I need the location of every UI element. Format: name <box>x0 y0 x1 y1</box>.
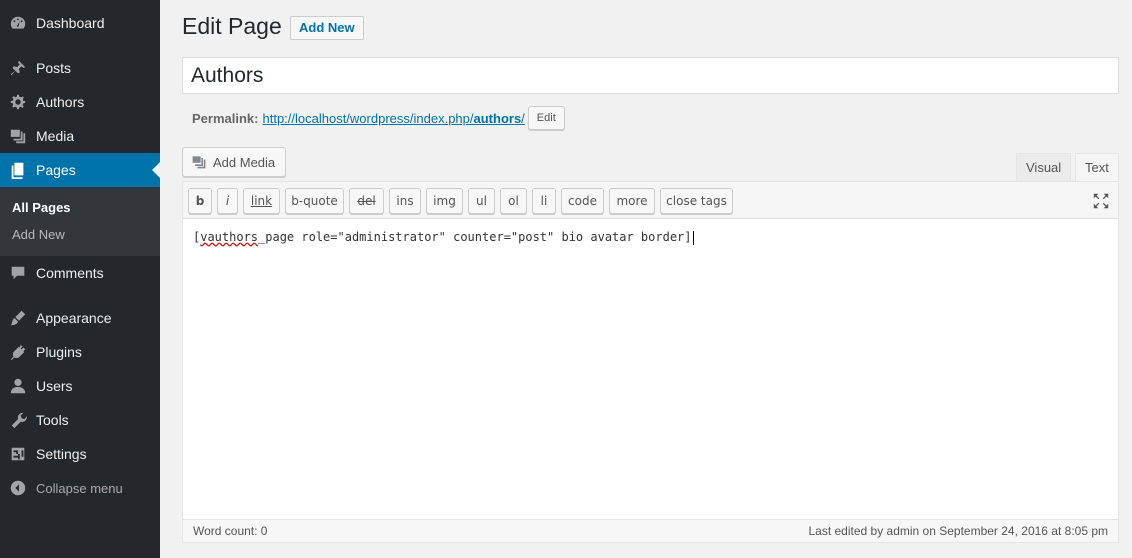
dashboard-icon <box>8 13 28 33</box>
permalink-link[interactable]: http://localhost/wordpress/index.php/aut… <box>262 111 524 126</box>
add-media-label: Add Media <box>213 154 276 170</box>
plug-icon <box>8 342 28 362</box>
fullscreen-icon[interactable] <box>1092 192 1110 210</box>
qt-del-button[interactable]: del <box>349 188 384 214</box>
text-cursor <box>692 230 694 245</box>
menu-label: Pages <box>36 162 76 178</box>
media-icon <box>8 126 28 146</box>
submenu-all-pages[interactable]: All Pages <box>12 200 71 215</box>
wrench-icon <box>8 410 28 430</box>
menu-label: Comments <box>36 265 104 281</box>
permalink-slug: authors <box>473 110 522 126</box>
menu-label: Plugins <box>36 344 82 360</box>
word-count: Word count: 0 <box>193 524 268 538</box>
collapse-icon <box>8 478 28 498</box>
post-title-input[interactable] <box>182 57 1119 94</box>
collapse-menu-button[interactable]: Collapse menu <box>0 471 160 505</box>
qt-li-button[interactable]: li <box>532 188 556 214</box>
menu-label: Appearance <box>36 310 112 326</box>
qt-close-tags-button[interactable]: close tags <box>660 188 733 214</box>
qt-bold-button[interactable]: b <box>188 188 212 214</box>
menu-label: Tools <box>36 412 69 428</box>
menu-posts[interactable]: Posts <box>0 51 160 85</box>
menu-comments[interactable]: Comments <box>0 256 160 290</box>
menu-users[interactable]: Users <box>0 369 160 403</box>
page-title: Edit Page <box>182 13 282 39</box>
collapse-label: Collapse menu <box>36 480 123 496</box>
quicktags-toolbar: b i link b-quote del ins img ul ol li co… <box>183 182 1118 219</box>
submenu-add-new[interactable]: Add New <box>12 227 65 242</box>
pages-icon <box>8 160 28 180</box>
qt-bquote-button[interactable]: b-quote <box>285 188 344 214</box>
admin-sidebar: Dashboard Posts Authors Media Pages All … <box>0 0 160 558</box>
qt-img-button[interactable]: img <box>426 188 463 214</box>
menu-label: Settings <box>36 446 87 462</box>
pages-submenu: All Pages Add New <box>0 187 160 256</box>
comment-icon <box>8 263 28 283</box>
qt-italic-button[interactable]: i <box>217 188 238 214</box>
content-textarea[interactable]: [vauthors_page role="administrator" coun… <box>193 230 694 245</box>
menu-label: Authors <box>36 94 85 110</box>
menu-plugins[interactable]: Plugins <box>0 335 160 369</box>
tab-text[interactable]: Text <box>1075 153 1119 182</box>
user-icon <box>8 376 28 396</box>
permalink-end: / <box>521 110 525 126</box>
gear-icon <box>8 92 28 112</box>
permalink-row: Permalink: http://localhost/wordpress/in… <box>192 106 565 130</box>
qt-link-button[interactable]: link <box>243 188 280 214</box>
permalink-edit-button[interactable]: Edit <box>527 106 565 130</box>
settings-icon <box>8 444 28 464</box>
menu-pages[interactable]: Pages <box>0 153 160 187</box>
text-editor: b i link b-quote del ins img ul ol li co… <box>182 181 1119 543</box>
editor-status-bar: Word count: 0 Last edited by admin on Se… <box>183 519 1118 542</box>
menu-label: Posts <box>36 60 72 76</box>
menu-label: Media <box>36 128 75 144</box>
last-edited-info: Last edited by admin on September 24, 20… <box>808 524 1108 538</box>
qt-ins-button[interactable]: ins <box>389 188 421 214</box>
menu-authors[interactable]: Authors <box>0 85 160 119</box>
menu-label: Users <box>36 378 73 394</box>
menu-settings[interactable]: Settings <box>0 437 160 471</box>
permalink-label: Permalink: <box>192 110 259 126</box>
content-misspelled-word: vauthors <box>200 230 259 244</box>
qt-code-button[interactable]: code <box>561 188 604 214</box>
menu-label: Dashboard <box>36 15 105 31</box>
menu-dashboard[interactable]: Dashboard <box>0 6 160 40</box>
menu-media[interactable]: Media <box>0 119 160 153</box>
pin-icon <box>8 58 28 78</box>
add-media-button[interactable]: Add Media <box>182 147 287 177</box>
add-new-button[interactable]: Add New <box>290 16 364 40</box>
qt-ol-button[interactable]: ol <box>500 188 527 214</box>
tab-visual[interactable]: Visual <box>1016 153 1072 182</box>
menu-appearance[interactable]: Appearance <box>0 301 160 335</box>
brush-icon <box>8 308 28 328</box>
media-icon <box>192 156 206 169</box>
qt-ul-button[interactable]: ul <box>468 188 495 214</box>
content-rest: _page role="administrator" counter="post… <box>258 230 692 244</box>
qt-more-button[interactable]: more <box>609 188 655 214</box>
permalink-base: http://localhost/wordpress/index.php/ <box>262 110 474 126</box>
menu-tools[interactable]: Tools <box>0 403 160 437</box>
